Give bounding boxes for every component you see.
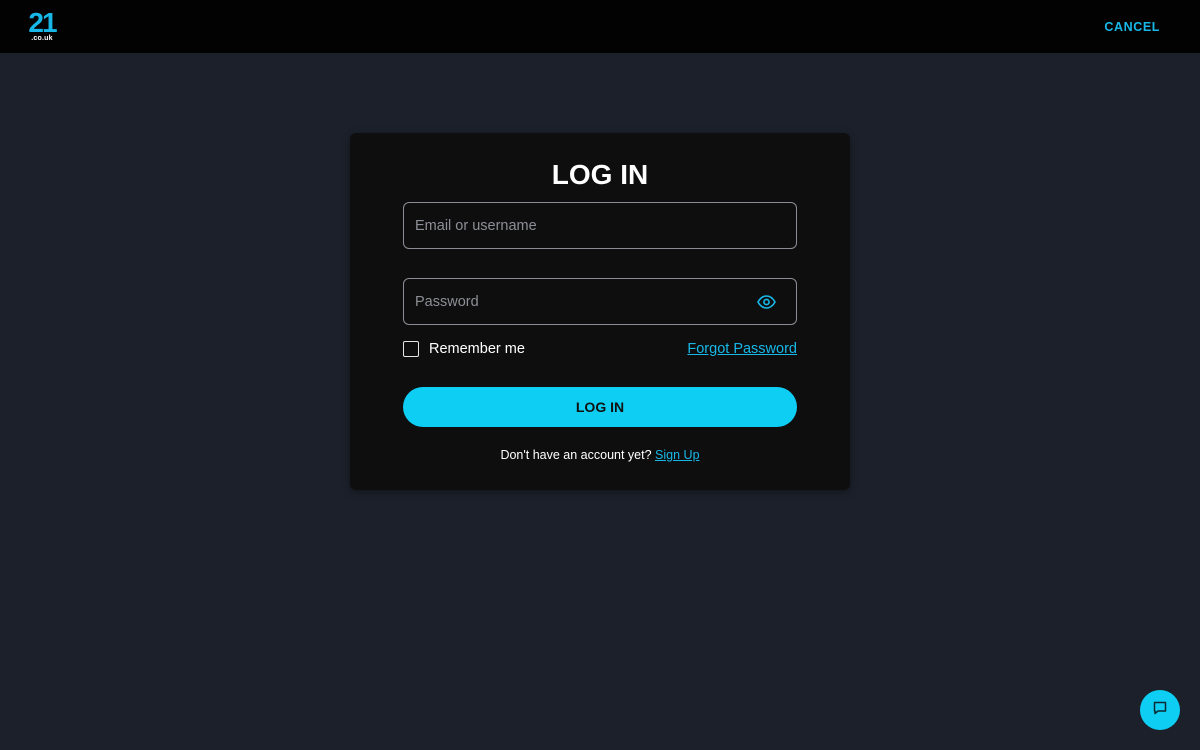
- login-title: LOG IN: [551, 159, 649, 190]
- email-field-wrapper: [403, 202, 797, 249]
- signup-prompt-line: Don't have an account yet? Sign Up: [350, 448, 850, 462]
- forgot-password-link[interactable]: Forgot Password: [687, 339, 797, 359]
- remember-me-checkbox[interactable]: [403, 341, 419, 357]
- chat-button[interactable]: [1140, 690, 1180, 730]
- logo-number: 21: [28, 6, 57, 38]
- logo-domain: .co.uk: [31, 34, 53, 42]
- login-button[interactable]: LOG IN: [403, 387, 797, 427]
- remember-me[interactable]: Remember me: [403, 339, 525, 359]
- signup-prompt-text: Don't have an account yet?: [500, 448, 652, 462]
- password-field-wrapper: [403, 278, 797, 325]
- remember-me-label: Remember me: [429, 341, 525, 357]
- password-input[interactable]: [404, 279, 796, 324]
- chat-icon: [1152, 700, 1168, 721]
- eye-icon[interactable]: [756, 293, 776, 311]
- signup-link[interactable]: Sign Up: [655, 448, 699, 462]
- top-bar: 21 .co.uk CANCEL: [0, 0, 1200, 53]
- email-input[interactable]: [404, 203, 796, 248]
- site-logo[interactable]: 21 .co.uk: [26, 6, 58, 43]
- cancel-button[interactable]: CANCEL: [1104, 20, 1160, 34]
- login-card: LOG IN Remember me Forgot Password LOG I…: [350, 133, 850, 490]
